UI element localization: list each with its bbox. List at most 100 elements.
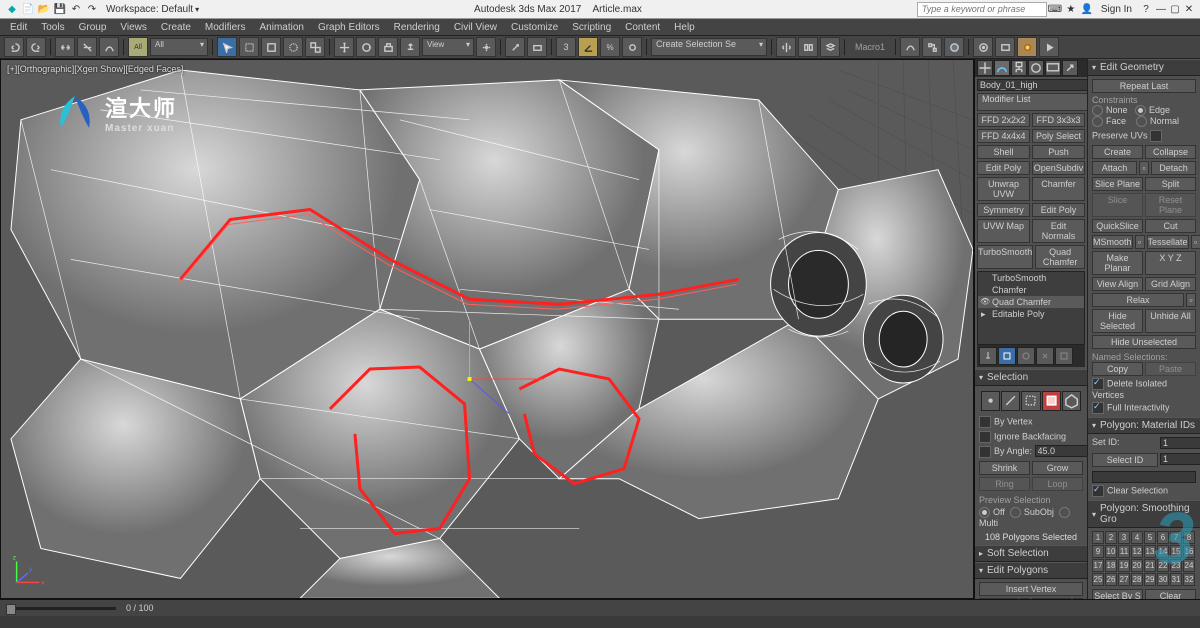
- refcoord-dropdown[interactable]: View: [422, 38, 474, 56]
- preview-subobj-radio[interactable]: [1010, 507, 1021, 518]
- collapse-button[interactable]: Collapse: [1145, 145, 1196, 159]
- preview-off-radio[interactable]: [979, 507, 990, 518]
- outline-button[interactable]: Outline: [1032, 598, 1071, 599]
- rotate-button[interactable]: [356, 37, 376, 57]
- angle-snap-button[interactable]: [578, 37, 598, 57]
- tab-hierarchy[interactable]: [1011, 60, 1027, 76]
- menu-content[interactable]: Content: [619, 21, 666, 34]
- menu-civilview[interactable]: Civil View: [448, 21, 503, 34]
- constraint-normal-radio[interactable]: [1136, 116, 1147, 127]
- snap-toggle-button[interactable]: 3: [556, 37, 576, 57]
- split-button[interactable]: Split: [1145, 177, 1196, 191]
- help-search-input[interactable]: [917, 2, 1047, 17]
- spinner-snap-button[interactable]: [622, 37, 642, 57]
- help-icon[interactable]: ?: [1139, 2, 1153, 16]
- open-file-icon[interactable]: 📂: [37, 2, 51, 16]
- stack-chamfer[interactable]: Chamfer: [978, 284, 1084, 296]
- close-button[interactable]: ✕: [1182, 4, 1196, 15]
- border-mode-icon[interactable]: [1021, 391, 1040, 411]
- polygon-mode-icon[interactable]: [1042, 391, 1061, 411]
- by-angle-check[interactable]: [979, 446, 991, 458]
- mod-editpoly[interactable]: Edit Poly: [977, 161, 1030, 175]
- delete-isolated-check[interactable]: [1092, 378, 1104, 390]
- relax-settings-icon[interactable]: ▫: [1186, 293, 1196, 307]
- workspace-dropdown[interactable]: Workspace: Default: [106, 4, 193, 15]
- menu-rendering[interactable]: Rendering: [388, 21, 446, 34]
- resetplane-button[interactable]: Reset Plane: [1145, 193, 1196, 217]
- modifier-stack[interactable]: TurboSmooth Chamfer 👁Quad Chamfer ▸Edita…: [977, 271, 1085, 345]
- menu-modifiers[interactable]: Modifiers: [199, 21, 252, 34]
- tab-display[interactable]: [1045, 60, 1061, 76]
- redo-button[interactable]: [26, 37, 46, 57]
- mod-editnormals[interactable]: Edit Normals: [1032, 219, 1085, 243]
- loop-button[interactable]: Loop: [1032, 477, 1083, 491]
- softsel-rollout-header[interactable]: Soft Selection: [975, 545, 1087, 562]
- ring-button[interactable]: Ring: [979, 477, 1030, 491]
- unlink-button[interactable]: [77, 37, 97, 57]
- placement-button[interactable]: [400, 37, 420, 57]
- menu-grapheditors[interactable]: Graph Editors: [312, 21, 386, 34]
- insert-vertex-button[interactable]: Insert Vertex: [979, 582, 1083, 596]
- eye-icon[interactable]: 👁: [980, 297, 990, 306]
- copy-named-button[interactable]: Copy: [1092, 362, 1143, 376]
- editgeom-rollout-header[interactable]: Edit Geometry: [1088, 59, 1200, 76]
- remove-mod-icon[interactable]: [1036, 347, 1054, 365]
- element-mode-icon[interactable]: [1062, 391, 1081, 411]
- repeat-last-button[interactable]: Repeat Last: [1092, 79, 1196, 93]
- tab-utilities[interactable]: [1062, 60, 1078, 76]
- constraint-face-radio[interactable]: [1092, 116, 1103, 127]
- keyboard-icon[interactable]: ⌨: [1048, 2, 1062, 16]
- select-object-button[interactable]: [217, 37, 237, 57]
- clear-sg-button[interactable]: Clear: [1145, 589, 1196, 599]
- render-setup-button[interactable]: [973, 37, 993, 57]
- mod-symmetry[interactable]: Symmetry: [977, 203, 1030, 217]
- render-button[interactable]: [1017, 37, 1037, 57]
- mod-editpoly2[interactable]: Edit Poly: [1032, 203, 1085, 217]
- time-slider[interactable]: [6, 607, 116, 610]
- star-icon[interactable]: ★: [1064, 2, 1078, 16]
- signin-link[interactable]: Sign In: [1101, 4, 1132, 15]
- create-button[interactable]: Create: [1092, 145, 1143, 159]
- clear-selection-check[interactable]: [1092, 485, 1104, 497]
- extrude-settings-icon[interactable]: ▫: [1020, 598, 1030, 599]
- schematic-button[interactable]: [922, 37, 942, 57]
- relax-button[interactable]: Relax: [1092, 293, 1184, 307]
- preview-multi-radio[interactable]: [1059, 507, 1070, 518]
- quickslice-button[interactable]: QuickSlice: [1092, 219, 1143, 233]
- grow-button[interactable]: Grow: [1032, 461, 1083, 475]
- attach-list-icon[interactable]: ▫: [1139, 161, 1149, 175]
- menu-help[interactable]: Help: [668, 21, 701, 34]
- menu-edit[interactable]: Edit: [4, 21, 33, 34]
- user-icon[interactable]: 👤: [1080, 2, 1094, 16]
- redo-icon[interactable]: ↷: [85, 2, 99, 16]
- selection-set-dropdown[interactable]: Create Selection Se: [651, 38, 767, 56]
- percent-snap-button[interactable]: %: [600, 37, 620, 57]
- by-vertex-check[interactable]: [979, 416, 991, 428]
- selection-filter-dropdown[interactable]: All: [150, 38, 208, 56]
- hideunselected-button[interactable]: Hide Unselected: [1092, 335, 1196, 349]
- unhideall-button[interactable]: Unhide All: [1145, 309, 1196, 333]
- mirror-button[interactable]: [776, 37, 796, 57]
- mod-ffd333[interactable]: FFD 3x3x3: [1032, 113, 1085, 127]
- full-interactivity-check[interactable]: [1092, 402, 1104, 414]
- mod-turbosmooth[interactable]: TurboSmooth: [977, 245, 1033, 269]
- pivot-button[interactable]: [476, 37, 496, 57]
- link-button[interactable]: [55, 37, 75, 57]
- mod-uvwmap[interactable]: UVW Map: [977, 219, 1030, 243]
- angle-input[interactable]: [1035, 445, 1087, 457]
- menu-animation[interactable]: Animation: [253, 21, 309, 34]
- makeplanar-button[interactable]: Make Planar: [1092, 251, 1143, 275]
- move-button[interactable]: [334, 37, 354, 57]
- menu-create[interactable]: Create: [155, 21, 197, 34]
- select-paint-button[interactable]: [283, 37, 303, 57]
- selid-input[interactable]: [1160, 453, 1200, 465]
- menu-tools[interactable]: Tools: [35, 21, 70, 34]
- select-name-button[interactable]: [239, 37, 259, 57]
- selectbysg-button[interactable]: Select By S: [1092, 589, 1143, 599]
- mod-polyselect[interactable]: Poly Select: [1032, 129, 1085, 143]
- viewport[interactable]: [+][Orthographic][Xgen Show][Edged Faces…: [0, 59, 974, 599]
- window-crossing-button[interactable]: [305, 37, 325, 57]
- render-frame-button[interactable]: [995, 37, 1015, 57]
- msmooth-button[interactable]: MSmooth: [1092, 235, 1133, 249]
- show-end-result-icon[interactable]: [998, 347, 1016, 365]
